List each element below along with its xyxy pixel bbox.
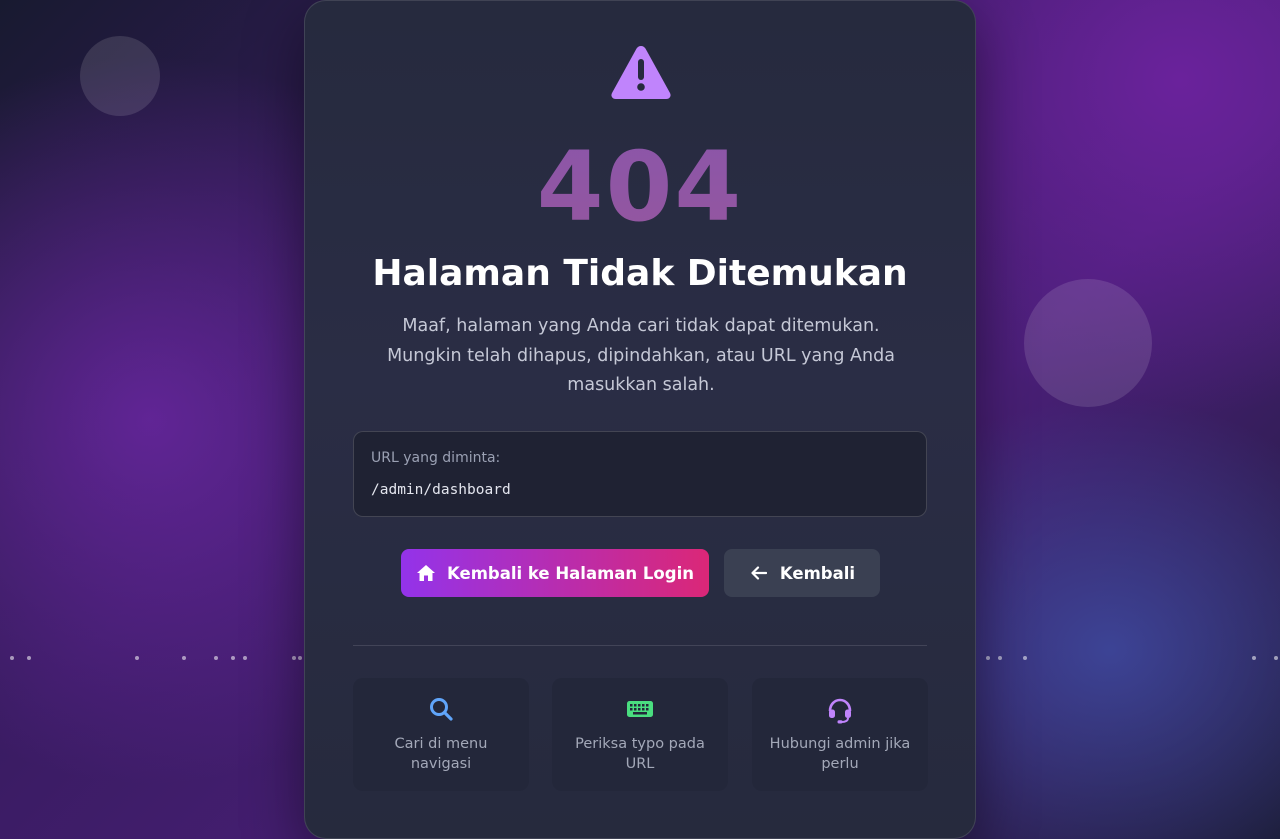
arrow-left-icon xyxy=(749,563,769,583)
search-icon xyxy=(430,698,453,721)
back-to-login-label: Kembali ke Halaman Login xyxy=(447,563,694,583)
tip-text: Cari di menu navigasi xyxy=(394,736,488,772)
requested-url-box: URL yang diminta: /admin/dashboard xyxy=(353,431,927,517)
requested-url-value: /admin/dashboard xyxy=(371,482,511,498)
error-code: 404 xyxy=(305,131,975,243)
home-icon xyxy=(416,563,436,583)
decorative-bubble xyxy=(80,36,160,116)
keyboard-icon xyxy=(627,701,653,717)
tip-card-typo: Periksa typo pada URL xyxy=(552,678,728,791)
divider xyxy=(353,645,927,646)
tip-text: Periksa typo pada URL xyxy=(575,736,705,772)
tip-card-contact: Hubungi admin jika perlu xyxy=(752,678,928,791)
back-button[interactable]: Kembali xyxy=(724,549,880,597)
page-title: Halaman Tidak Ditemukan xyxy=(372,253,908,294)
requested-url-label: URL yang diminta: xyxy=(371,450,501,466)
back-to-login-button[interactable]: Kembali ke Halaman Login xyxy=(401,549,709,597)
error-description: Maaf, halaman yang Anda cari tidak dapat… xyxy=(387,316,895,395)
warning-icon xyxy=(611,46,671,99)
decorative-bubble xyxy=(1024,279,1152,407)
error-card: 404 Halaman Tidak Ditemukan Maaf, halama… xyxy=(304,0,976,839)
tip-text: Hubungi admin jika perlu xyxy=(769,736,911,772)
headset-icon xyxy=(828,698,852,724)
back-label: Kembali xyxy=(779,563,856,583)
tip-card-search: Cari di menu navigasi xyxy=(353,678,529,791)
